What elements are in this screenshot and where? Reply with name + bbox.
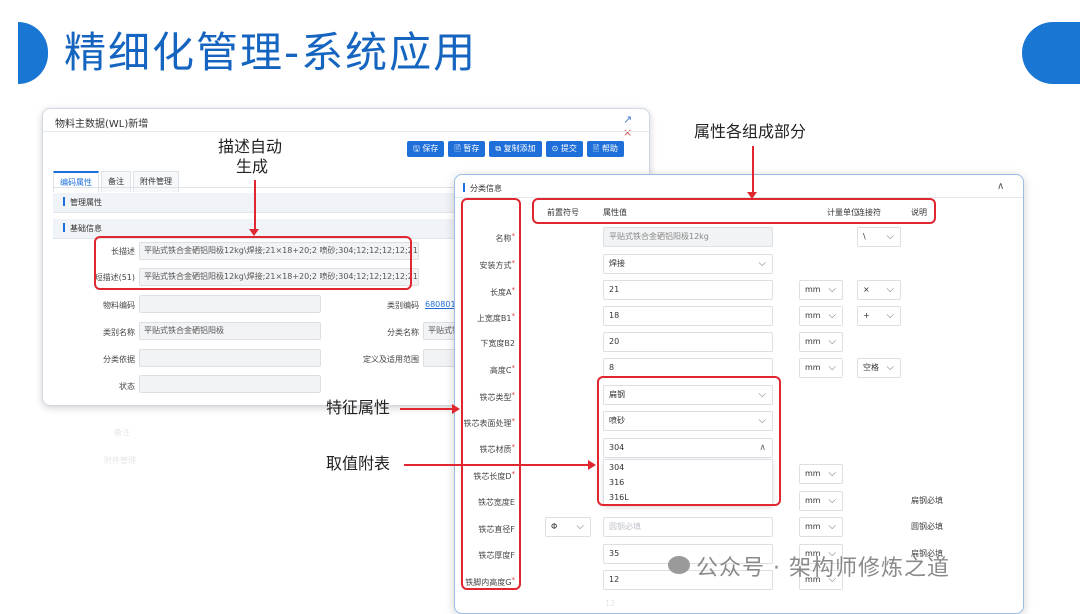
highlight-columns-box — [532, 198, 936, 224]
material-code-label: 物料编码 — [103, 301, 135, 310]
copy-add-button[interactable]: ⧉ 复制添加 — [489, 141, 542, 157]
unit-select[interactable]: mm — [799, 332, 843, 352]
tab-attachments[interactable]: 附件管理 — [133, 171, 179, 192]
note-text: 圆钢必填 — [911, 522, 943, 531]
unit-select[interactable]: mm — [799, 517, 843, 537]
unit-select[interactable]: mm — [799, 464, 843, 484]
unit-select[interactable]: mm — [799, 358, 843, 378]
highlight-labels-box — [461, 198, 521, 590]
unit-select[interactable]: mm — [799, 491, 843, 511]
slide-title: 精细化管理-系统应用 — [64, 28, 478, 77]
class-name-label: 分类名称 — [387, 328, 419, 337]
upper-width-input[interactable]: 18 — [603, 306, 773, 326]
close-icon[interactable]: × — [623, 126, 632, 139]
highlight-dropdown-box — [597, 376, 781, 506]
save-button[interactable]: 🖫 保存 — [407, 141, 445, 157]
install-select[interactable]: 焊接 — [603, 254, 773, 274]
title-divider — [43, 131, 649, 132]
arrow-line — [254, 180, 256, 232]
arrow-head — [747, 192, 757, 199]
connector-select[interactable]: × — [857, 280, 901, 300]
toolbar: 🖫 保存 🖹 暂存 ⧉ 复制添加 ⊙ 提交 🖹 帮助 — [407, 141, 624, 157]
reflection-text: 附件管理 — [104, 456, 136, 465]
arrow-head — [249, 229, 259, 236]
status-label: 状态 — [119, 382, 135, 391]
annotation-value-table: 取值附表 — [326, 454, 391, 473]
tab-coding-attributes[interactable]: 编码属性 — [53, 171, 99, 192]
watermark-text: 公众号 · 架构师修炼之道 — [696, 556, 950, 581]
category-code-label: 类别编码 — [387, 301, 419, 310]
window-title: 物料主数据(WL)新增 — [55, 119, 149, 130]
arrow-line — [752, 146, 754, 194]
unit-select[interactable]: mm — [799, 280, 843, 300]
annotation-attr-parts: 属性各组成部分 — [694, 122, 807, 141]
length-a-input[interactable]: 21 — [603, 280, 773, 300]
wechat-icon — [668, 556, 690, 574]
class-basis-label: 分类依据 — [103, 355, 135, 364]
window-controls: ↗ × — [617, 113, 649, 139]
classification-title: 分类信息 — [463, 183, 502, 194]
category-name-label: 类别名称 — [103, 328, 135, 337]
arrow-line — [400, 408, 454, 410]
arrow-head — [452, 404, 460, 414]
annotation-auto-desc-2: 生成 — [236, 157, 269, 176]
prefix-select[interactable]: Φ — [545, 517, 591, 537]
title-accent-bar-left — [0, 22, 48, 84]
reflection-text: 12 — [605, 599, 616, 608]
class-basis-field[interactable] — [139, 349, 321, 367]
arrow-head — [588, 460, 596, 470]
connector-select[interactable]: + — [857, 306, 901, 326]
lower-width-input[interactable]: 20 — [603, 332, 773, 352]
annotation-auto-desc-1: 描述自动 — [218, 137, 283, 156]
draft-button[interactable]: 🖹 暂存 — [448, 141, 486, 157]
title-accent-bar-right — [1022, 22, 1080, 84]
arrow-line — [404, 464, 590, 466]
connector-select[interactable]: \ — [857, 227, 901, 247]
category-code-link[interactable]: 680801 — [425, 300, 456, 309]
annotation-feature-attr: 特征属性 — [326, 398, 391, 417]
category-name-field[interactable]: 平贴式铁合金硒铝阳极 — [139, 322, 321, 340]
submit-button[interactable]: ⊙ 提交 — [545, 141, 583, 157]
height-input[interactable]: 8 — [603, 358, 773, 378]
core-diameter-input[interactable]: 圆钢必填 — [603, 517, 773, 537]
note-text: 扁钢必填 — [911, 496, 943, 505]
tab-bar: 编码属性 备注 附件管理 — [53, 171, 181, 192]
collapse-icon[interactable]: ∧ — [997, 181, 1004, 192]
status-field[interactable] — [139, 375, 321, 393]
connector-select[interactable]: 空格 — [857, 358, 901, 378]
reflection-text: 备注 — [114, 428, 130, 437]
maximize-icon[interactable]: ↗ — [623, 113, 632, 126]
help-button[interactable]: 🖹 帮助 — [586, 141, 624, 157]
value-name-field[interactable]: 平贴式铁合金硒铝阳极12kg — [603, 227, 773, 247]
unit-select[interactable]: mm — [799, 306, 843, 326]
highlight-desc-box — [94, 236, 412, 290]
tab-remarks[interactable]: 备注 — [101, 171, 131, 192]
material-code-field[interactable] — [139, 295, 321, 313]
def-scope-label: 定义及适用范围 — [363, 355, 419, 364]
